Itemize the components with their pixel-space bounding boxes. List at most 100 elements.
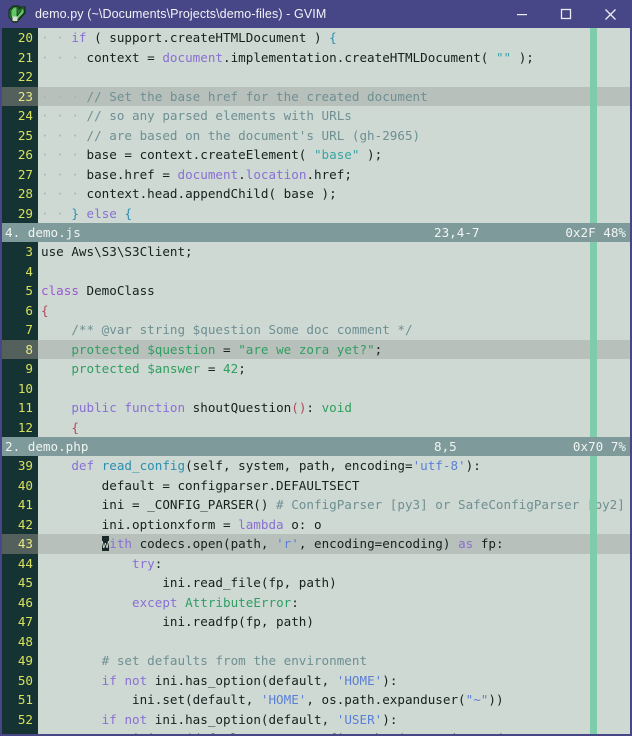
code-token: not (124, 672, 148, 688)
code-line[interactable]: 12 { (2, 417, 630, 438)
code-token: $question (147, 341, 216, 357)
code-line[interactable]: 50 if not ini.has_option(default, 'HOME'… (2, 670, 630, 691)
code-token: · · (41, 30, 72, 45)
pane-js-body[interactable]: 20 · · if ( support.createHTMLDocument ) … (2, 28, 630, 223)
line-number: 4 (2, 261, 38, 281)
code-text[interactable]: · · · base = context.createElement( "bas… (38, 145, 630, 165)
code-token: default = configparser.DEFAULTSECT (41, 477, 360, 493)
line-number: 51 (2, 690, 38, 710)
code-text[interactable]: ini.set(default, 'USER', _first_key(os.e… (38, 729, 630, 734)
code-token: ith (109, 536, 133, 551)
code-text[interactable]: · · if ( support.createHTMLDocument ) { (38, 28, 630, 48)
code-text[interactable] (38, 67, 630, 87)
code-line[interactable]: 21 · · · context = document.implementatio… (2, 47, 630, 68)
code-text[interactable]: try: (38, 554, 630, 574)
code-line[interactable]: 11 public function shoutQuestion(): void (2, 398, 630, 418)
code-text[interactable]: · · · // so any parsed elements with URL… (38, 106, 630, 126)
window-title: demo.py (~\Documents\Projects\demo-files… (35, 7, 327, 21)
pane-py[interactable]: 39 def read_config(self, system, path, e… (2, 456, 630, 734)
code-text[interactable]: except AttributeError: (38, 593, 630, 613)
code-token: shoutQuestion (192, 400, 292, 415)
status-cursor-position: 23,4-7 (434, 225, 480, 240)
code-text[interactable]: # set defaults from the environment (38, 651, 630, 671)
code-text[interactable]: { (38, 418, 630, 438)
code-text[interactable]: · · · context = document.implementation.… (38, 48, 630, 68)
code-token: 'USER' (261, 731, 307, 734)
code-text[interactable]: · · } else { (38, 204, 630, 224)
code-text[interactable] (38, 262, 630, 282)
code-text[interactable]: · · · context.head.appendChild( base ); (38, 184, 630, 204)
code-line[interactable]: 7 /** @var string $question Some doc com… (2, 320, 630, 340)
code-line[interactable]: 44 try: (2, 553, 630, 574)
code-text[interactable]: protected $question = "are we zora yet?"… (38, 340, 630, 360)
code-line[interactable]: 10 (2, 378, 630, 399)
code-text[interactable]: ini.optionxform = lambda o: o (38, 515, 630, 535)
code-text[interactable]: /** @var string $question Some doc comme… (38, 320, 630, 340)
code-line[interactable]: 41 ini = _CONFIG_PARSER() # ConfigParser… (2, 495, 630, 515)
pane-php[interactable]: 3 use Aws\S3\S3Client; 4 5 class DemoClass 6{… (2, 242, 630, 456)
code-line[interactable]: 24 · · · // so any parsed elements with U… (2, 106, 630, 126)
code-line[interactable]: 6{ (2, 300, 630, 321)
code-token: { (71, 419, 79, 435)
code-token: , os.path.expanduser( (306, 692, 466, 707)
code-line[interactable]: 29 · · } else { (2, 203, 630, 224)
code-line[interactable]: 5 class DemoClass (2, 281, 630, 301)
code-line[interactable]: 8 protected $question = "are we zora yet… (2, 339, 630, 360)
code-token: · · · (41, 49, 87, 65)
code-text[interactable]: ini.readfp(fp, path) (38, 612, 630, 632)
code-text[interactable]: if not ini.has_option(default, 'HOME'): (38, 671, 630, 691)
close-button[interactable] (588, 0, 632, 28)
code-line[interactable]: 43 with codecs.open(path, 'r', encoding=… (2, 534, 630, 554)
code-token: // are based on the document's URL (gh-2… (86, 127, 421, 143)
code-line[interactable]: 22 (2, 67, 630, 87)
code-line[interactable]: 26 · · · base = context.createElement( "b… (2, 145, 630, 165)
code-text[interactable]: public function shoutQuestion(): void (38, 398, 630, 418)
code-text[interactable]: · · · base.href = document.location.href… (38, 165, 630, 185)
code-line[interactable]: 53 ini.set(default, 'USER', _first_key(o… (2, 729, 630, 734)
line-number: 12 (2, 417, 38, 437)
code-line[interactable]: 28 · · · context.head.appendChild( base )… (2, 184, 630, 204)
code-text[interactable]: { (38, 301, 630, 321)
code-token: 'HOME' (260, 692, 307, 707)
code-line[interactable]: 27 · · · base.href = document.location.hr… (2, 164, 630, 185)
code-text[interactable]: use Aws\S3\S3Client; (38, 242, 630, 262)
code-text[interactable]: with codecs.open(path, 'r', encoding=enc… (38, 534, 630, 554)
pane-php-body[interactable]: 3 use Aws\S3\S3Client; 4 5 class DemoClass 6{… (2, 242, 630, 437)
pane-py-body[interactable]: 39 def read_config(self, system, path, e… (2, 456, 630, 734)
code-line[interactable]: 20 · · if ( support.createHTMLDocument ) … (2, 28, 630, 48)
code-line[interactable]: 48 (2, 631, 630, 652)
code-text[interactable]: default = configparser.DEFAULTSECT (38, 476, 630, 496)
code-line[interactable]: 23 · · · // Set the base href for the cre… (2, 86, 630, 107)
code-text[interactable]: def read_config(self, system, path, enco… (38, 456, 630, 476)
line-number: 42 (2, 514, 38, 534)
code-line[interactable]: 49 # set defaults from the environment (2, 651, 630, 671)
code-text[interactable] (38, 379, 630, 399)
code-line[interactable]: 25 · · · // are based on the document's U… (2, 125, 630, 146)
editor-area[interactable]: 20 · · if ( support.createHTMLDocument ) … (0, 28, 632, 736)
code-line[interactable]: 47 ini.readfp(fp, path) (2, 612, 630, 632)
code-text[interactable]: ini.read_file(fp, path) (38, 573, 630, 593)
code-line[interactable]: 45 ini.read_file(fp, path) (2, 573, 630, 593)
code-line[interactable]: 9 protected $answer = 42; (2, 359, 630, 379)
code-line[interactable]: 40 default = configparser.DEFAULTSECT (2, 475, 630, 496)
line-number: 53 (2, 729, 38, 734)
code-text[interactable]: protected $answer = 42; (38, 359, 630, 379)
code-text[interactable]: class DemoClass (38, 281, 630, 301)
code-line[interactable]: 3 use Aws\S3\S3Client; (2, 242, 630, 262)
code-line[interactable]: 46 except AttributeError: (2, 592, 630, 613)
code-line[interactable]: 52 if not ini.has_option(default, 'USER'… (2, 709, 630, 730)
code-text[interactable]: if not ini.has_option(default, 'USER'): (38, 710, 630, 730)
code-text[interactable]: ini = _CONFIG_PARSER() # ConfigParser [p… (38, 495, 630, 515)
code-text[interactable]: · · · // Set the base href for the creat… (38, 87, 630, 107)
code-line[interactable]: 42 ini.optionxform = lambda o: o (2, 514, 630, 535)
code-text[interactable] (38, 632, 630, 652)
code-text[interactable]: ini.set(default, 'HOME', os.path.expandu… (38, 690, 630, 710)
minimize-button[interactable] (500, 0, 544, 28)
maximize-button[interactable] (544, 0, 588, 28)
code-text[interactable]: · · · // are based on the document's URL… (38, 126, 630, 146)
code-line[interactable]: 51 ini.set(default, 'HOME', os.path.expa… (2, 690, 630, 710)
code-line[interactable]: 39 def read_config(self, system, path, e… (2, 456, 630, 476)
pane-js[interactable]: 20 · · if ( support.createHTMLDocument ) … (2, 28, 630, 242)
code-line[interactable]: 4 (2, 261, 630, 282)
